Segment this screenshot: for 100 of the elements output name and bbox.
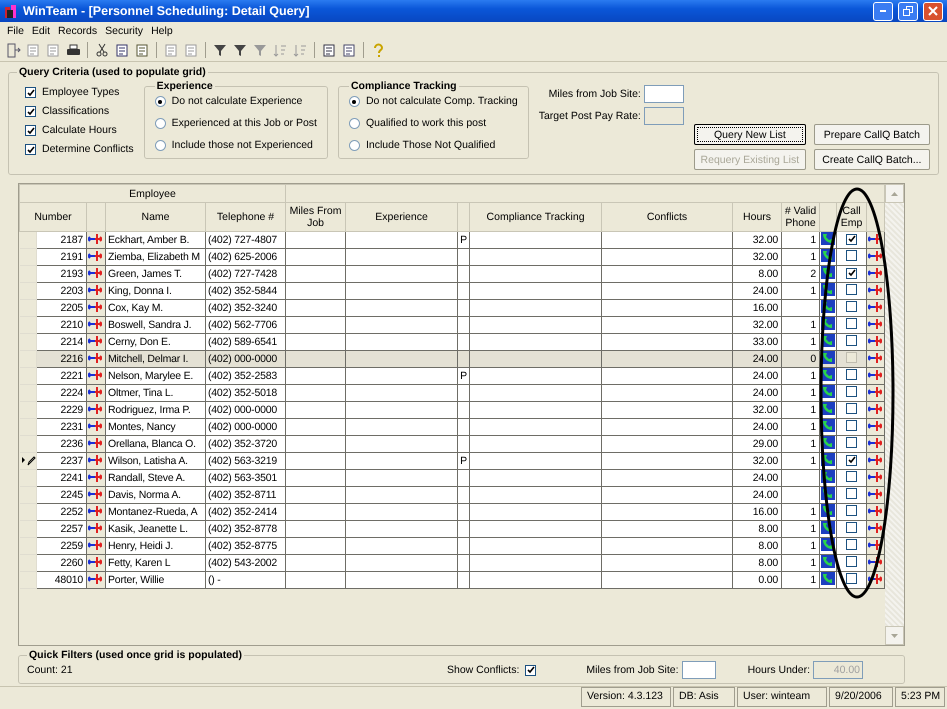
arrows-icon[interactable]	[868, 352, 882, 364]
restore-button[interactable]	[898, 2, 918, 20]
arrows-icon[interactable]	[88, 572, 102, 584]
printer-icon[interactable]	[66, 42, 80, 58]
column-header[interactable]: Number	[20, 202, 86, 232]
column-header[interactable]: Name	[106, 202, 206, 232]
arrows-icon[interactable]	[88, 556, 102, 568]
radio-option[interactable]: Do not calculate Experience	[154, 95, 317, 108]
action-button[interactable]: Create CallQ Batch...	[814, 149, 930, 170]
arrows-icon[interactable]	[88, 266, 102, 278]
call-checkbox[interactable]	[846, 403, 858, 414]
call-checkbox[interactable]	[846, 454, 858, 466]
call-checkbox[interactable]	[846, 369, 858, 380]
call-checkbox[interactable]	[846, 284, 858, 295]
call-checkbox[interactable]	[846, 318, 858, 329]
scissors-icon[interactable]	[94, 42, 110, 58]
exit-icon[interactable]	[6, 42, 20, 58]
arrows-icon[interactable]	[88, 250, 102, 262]
arrows-icon[interactable]	[88, 300, 102, 312]
menu-item[interactable]: Edit	[28, 24, 54, 36]
arrows-icon[interactable]	[868, 488, 882, 500]
arrows-icon[interactable]	[868, 454, 882, 466]
input-field[interactable]	[682, 661, 716, 679]
action-button[interactable]: Prepare CallQ Batch	[814, 124, 930, 145]
arrows-icon[interactable]	[868, 504, 882, 516]
radio-option[interactable]: Qualified to work this post	[348, 117, 518, 130]
column-header[interactable]: Conflicts	[602, 202, 733, 232]
call-checkbox[interactable]	[846, 250, 858, 261]
call-checkbox[interactable]	[846, 505, 858, 516]
show-conflicts-checkbox[interactable]: Show Conflicts:	[447, 664, 536, 676]
call-checkbox[interactable]	[846, 573, 858, 584]
call-checkbox[interactable]	[846, 471, 858, 482]
arrows-icon[interactable]	[88, 522, 102, 534]
arrows-icon[interactable]	[868, 318, 882, 330]
arrows-icon[interactable]	[88, 420, 102, 432]
arrows-icon[interactable]	[88, 232, 102, 244]
arrows-icon[interactable]	[88, 504, 102, 516]
phone-icon[interactable]	[821, 572, 836, 585]
arrows-icon[interactable]	[88, 470, 102, 482]
arrows-icon[interactable]	[88, 284, 102, 296]
minimize-button[interactable]	[873, 2, 893, 20]
arrows-icon[interactable]	[868, 572, 882, 584]
option-checkbox[interactable]: Employee Types	[25, 86, 134, 99]
call-checkbox[interactable]	[846, 234, 858, 245]
arrows-icon[interactable]	[868, 436, 882, 448]
action-button[interactable]: Query New List	[694, 124, 806, 145]
arrows-icon[interactable]	[868, 368, 882, 380]
menu-item[interactable]: Security	[102, 24, 146, 36]
column-header[interactable]: Hours	[732, 202, 782, 232]
menu-item[interactable]: File	[4, 24, 27, 36]
arrows-icon[interactable]	[868, 402, 882, 414]
arrows-icon[interactable]	[88, 538, 102, 550]
column-header[interactable]: Telephone #	[206, 202, 286, 232]
option-checkbox[interactable]: Determine Conflicts	[25, 143, 134, 156]
arrows-icon[interactable]	[88, 318, 102, 330]
arrows-icon[interactable]	[868, 250, 882, 262]
phone-icon[interactable]	[821, 556, 836, 568]
arrows-icon[interactable]	[868, 470, 882, 482]
radio-option[interactable]: Include Those Not Qualified	[348, 139, 518, 152]
filter-icon[interactable]	[232, 42, 248, 58]
call-checkbox[interactable]	[846, 437, 858, 448]
call-checkbox[interactable]	[846, 539, 858, 550]
radio-option[interactable]: Experienced at this Job or Post	[154, 117, 317, 130]
arrows-icon[interactable]	[868, 420, 882, 432]
arrows-icon[interactable]	[88, 436, 102, 448]
call-checkbox[interactable]	[846, 335, 858, 346]
call-checkbox[interactable]	[846, 488, 858, 499]
menu-item[interactable]: Help	[148, 24, 176, 36]
arrows-icon[interactable]	[88, 386, 102, 398]
call-checkbox[interactable]	[846, 268, 858, 279]
option-checkbox[interactable]: Classifications	[25, 105, 134, 118]
arrows-icon[interactable]	[868, 266, 882, 278]
radio-option[interactable]: Do not calculate Comp. Tracking	[348, 95, 518, 108]
call-checkbox[interactable]	[846, 420, 858, 431]
call-checkbox[interactable]	[846, 352, 858, 363]
input-field[interactable]	[644, 85, 684, 103]
filter-icon[interactable]	[212, 42, 228, 58]
arrows-icon[interactable]	[88, 454, 102, 466]
notes-icon[interactable]	[322, 42, 336, 58]
column-header[interactable]: Miles From Job	[286, 202, 346, 232]
arrows-icon[interactable]	[88, 352, 102, 364]
arrows-icon[interactable]	[868, 284, 882, 296]
option-checkbox[interactable]: Calculate Hours	[25, 124, 134, 137]
radio-option[interactable]: Include those not Experienced	[154, 139, 317, 152]
column-header[interactable]: # Valid Phone	[782, 202, 820, 232]
call-checkbox[interactable]	[846, 301, 858, 312]
arrows-icon[interactable]	[88, 488, 102, 500]
arrows-icon[interactable]	[868, 556, 882, 568]
menu-item[interactable]: Records	[55, 24, 100, 36]
arrows-icon[interactable]	[88, 334, 102, 346]
call-checkbox[interactable]	[846, 522, 858, 533]
column-header[interactable]: Experience	[346, 202, 458, 232]
column-header[interactable]: Compliance Tracking	[470, 202, 602, 232]
close-button[interactable]	[923, 2, 943, 20]
arrows-icon[interactable]	[868, 522, 882, 534]
arrows-icon[interactable]	[88, 402, 102, 414]
arrows-icon[interactable]	[868, 386, 882, 398]
arrows-icon[interactable]	[868, 300, 882, 312]
arrows-icon[interactable]	[88, 368, 102, 380]
arrows-icon[interactable]	[868, 538, 882, 550]
